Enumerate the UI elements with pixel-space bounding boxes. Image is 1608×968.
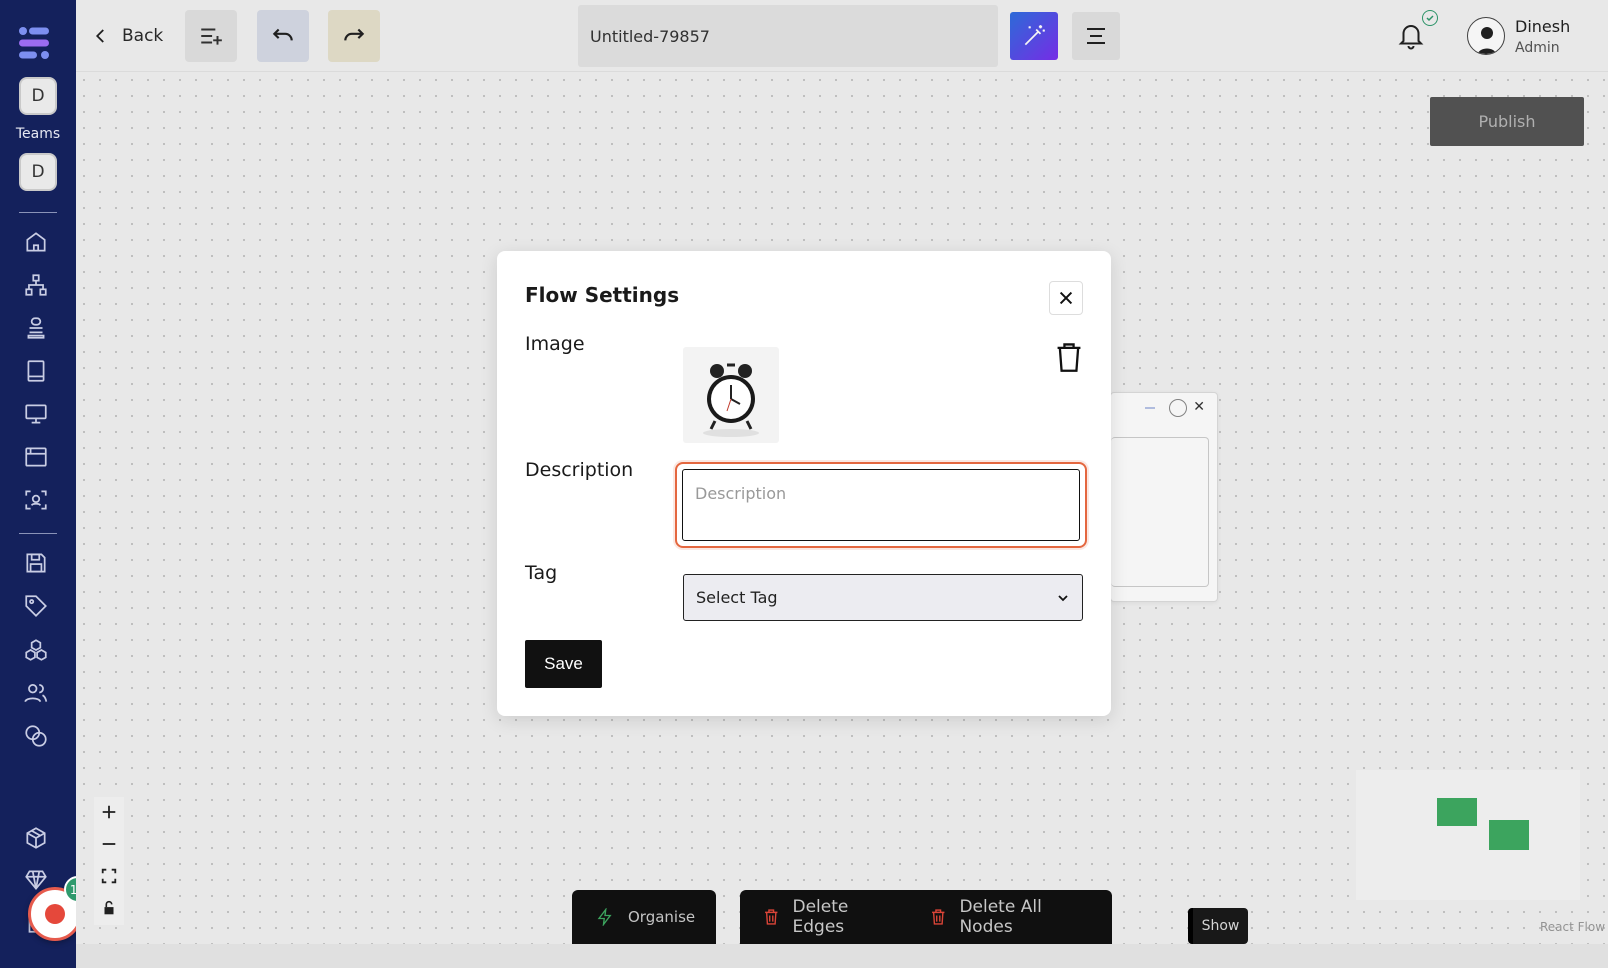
- sidebar-divider: [19, 212, 57, 213]
- save-button[interactable]: Save: [525, 640, 602, 688]
- hierarchy-icon[interactable]: [23, 272, 49, 298]
- team-avatar-primary[interactable]: D: [19, 77, 57, 115]
- sidebar-divider: [19, 533, 57, 534]
- record-dot-icon: [45, 904, 65, 924]
- stack-icon[interactable]: [23, 315, 49, 341]
- tag-label: Tag: [525, 562, 558, 584]
- description-focus-ring: [675, 462, 1087, 548]
- sidebar: D Teams D: [0, 0, 76, 968]
- chevron-down-icon: [1058, 594, 1068, 601]
- package-icon[interactable]: [23, 825, 49, 851]
- tag-select[interactable]: Select Tag: [683, 574, 1083, 621]
- tag-select-value: Select Tag: [696, 588, 778, 607]
- browser-window-icon[interactable]: [23, 444, 49, 470]
- close-button[interactable]: [1049, 281, 1083, 315]
- home-icon[interactable]: [23, 229, 49, 255]
- tag-icon[interactable]: [23, 593, 49, 619]
- image-label: Image: [525, 333, 585, 355]
- teams-label: Teams: [15, 126, 61, 142]
- modal-title: Flow Settings: [525, 283, 680, 307]
- alarm-clock-icon: [703, 363, 759, 437]
- cubes-icon[interactable]: [23, 637, 49, 663]
- flow-image-thumbnail[interactable]: [683, 347, 779, 443]
- app-logo-icon[interactable]: [18, 26, 52, 60]
- description-label: Description: [525, 459, 634, 481]
- book-icon[interactable]: [23, 358, 49, 384]
- team-avatar-secondary[interactable]: D: [19, 153, 57, 191]
- coins-icon[interactable]: [23, 723, 49, 749]
- delete-image-icon[interactable]: [1055, 341, 1083, 373]
- users-icon[interactable]: [23, 680, 49, 706]
- save-disk-icon[interactable]: [23, 550, 49, 576]
- close-icon: [1059, 291, 1073, 305]
- flow-settings-modal: Flow Settings Image Description Tag Sele…: [497, 251, 1111, 716]
- description-input[interactable]: [682, 469, 1080, 541]
- scan-user-icon[interactable]: [23, 487, 49, 513]
- monitor-icon[interactable]: [23, 401, 49, 427]
